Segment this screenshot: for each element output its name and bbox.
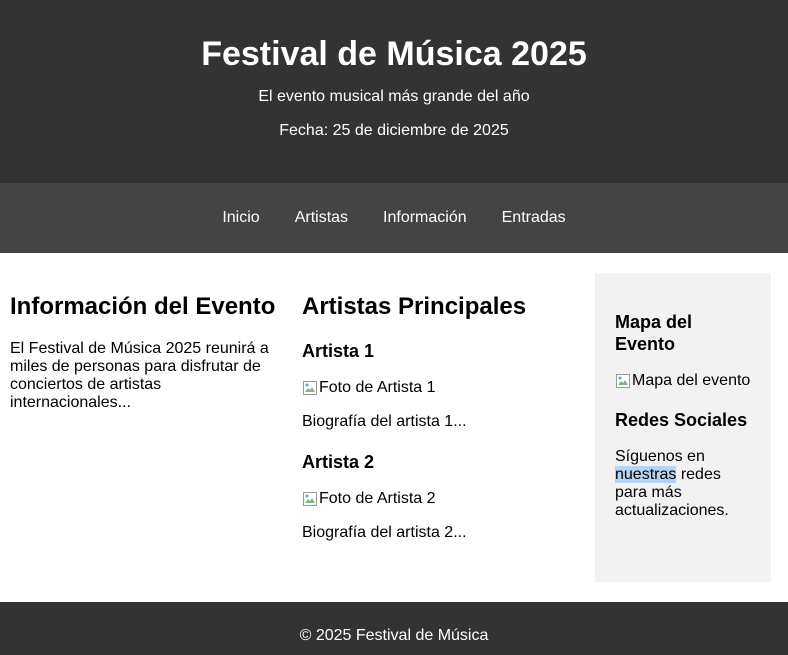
- artist-bio: Biografía del artista 2...: [302, 524, 467, 541]
- broken-image-icon: [615, 373, 631, 389]
- event-info-text: El Festival de Música 2025 reunirá a mil…: [10, 340, 269, 411]
- main-nav: Inicio Artistas Información Entradas: [0, 183, 788, 253]
- site-footer: © 2025 Festival de Música: [0, 602, 788, 655]
- nav-link-informacion[interactable]: Información: [383, 209, 467, 227]
- artists-section: Artistas Principales Artista 1 Foto de A…: [302, 253, 577, 542]
- event-map: Mapa del evento: [615, 372, 751, 390]
- main-content: Información del Evento El Festival de Mú…: [0, 253, 788, 602]
- social-text-before: Síguenos en: [615, 448, 705, 465]
- artist-name: Artista 2: [302, 452, 375, 472]
- selected-text: nuestras: [615, 466, 677, 483]
- page-title: Festival de Música 2025: [201, 35, 587, 73]
- social-heading: Redes Sociales: [615, 410, 748, 430]
- map-alt-text: Mapa del evento: [632, 372, 751, 389]
- artist-bio: Biografía del artista 1...: [302, 413, 467, 430]
- artist-photo-alt: Foto de Artista 1: [319, 379, 436, 396]
- artist-card: Artista 1 Foto de Artista 1 Biografía de…: [302, 340, 577, 431]
- copyright-text: © 2025 Festival de Música: [299, 627, 489, 644]
- site-header: Festival de Música 2025 El evento musica…: [0, 0, 788, 183]
- event-date: Fecha: 25 de diciembre de 2025: [279, 122, 509, 139]
- artists-heading: Artistas Principales: [302, 293, 527, 320]
- artist-card: Artista 2 Foto de Artista 2 Biografía de…: [302, 451, 577, 542]
- social-text: Síguenos en nuestras redes para más actu…: [615, 448, 751, 520]
- broken-image-icon: [302, 491, 318, 507]
- nav-link-artistas[interactable]: Artistas: [295, 209, 348, 227]
- tagline: El evento musical más grande del año: [258, 88, 530, 105]
- nav-link-inicio[interactable]: Inicio: [222, 209, 259, 227]
- event-info-section: Información del Evento El Festival de Mú…: [10, 253, 285, 412]
- event-info-heading: Información del Evento: [10, 293, 276, 320]
- broken-image-icon: [302, 380, 318, 396]
- artist-photo: Foto de Artista 1: [302, 379, 577, 397]
- nav-link-entradas[interactable]: Entradas: [502, 209, 566, 227]
- artist-name: Artista 1: [302, 341, 375, 361]
- map-heading: Mapa del Evento: [615, 312, 693, 354]
- sidebar: Mapa del Evento Mapa del evento Redes So…: [595, 273, 771, 582]
- artist-photo-alt: Foto de Artista 2: [319, 490, 436, 507]
- artist-photo: Foto de Artista 2: [302, 490, 577, 508]
